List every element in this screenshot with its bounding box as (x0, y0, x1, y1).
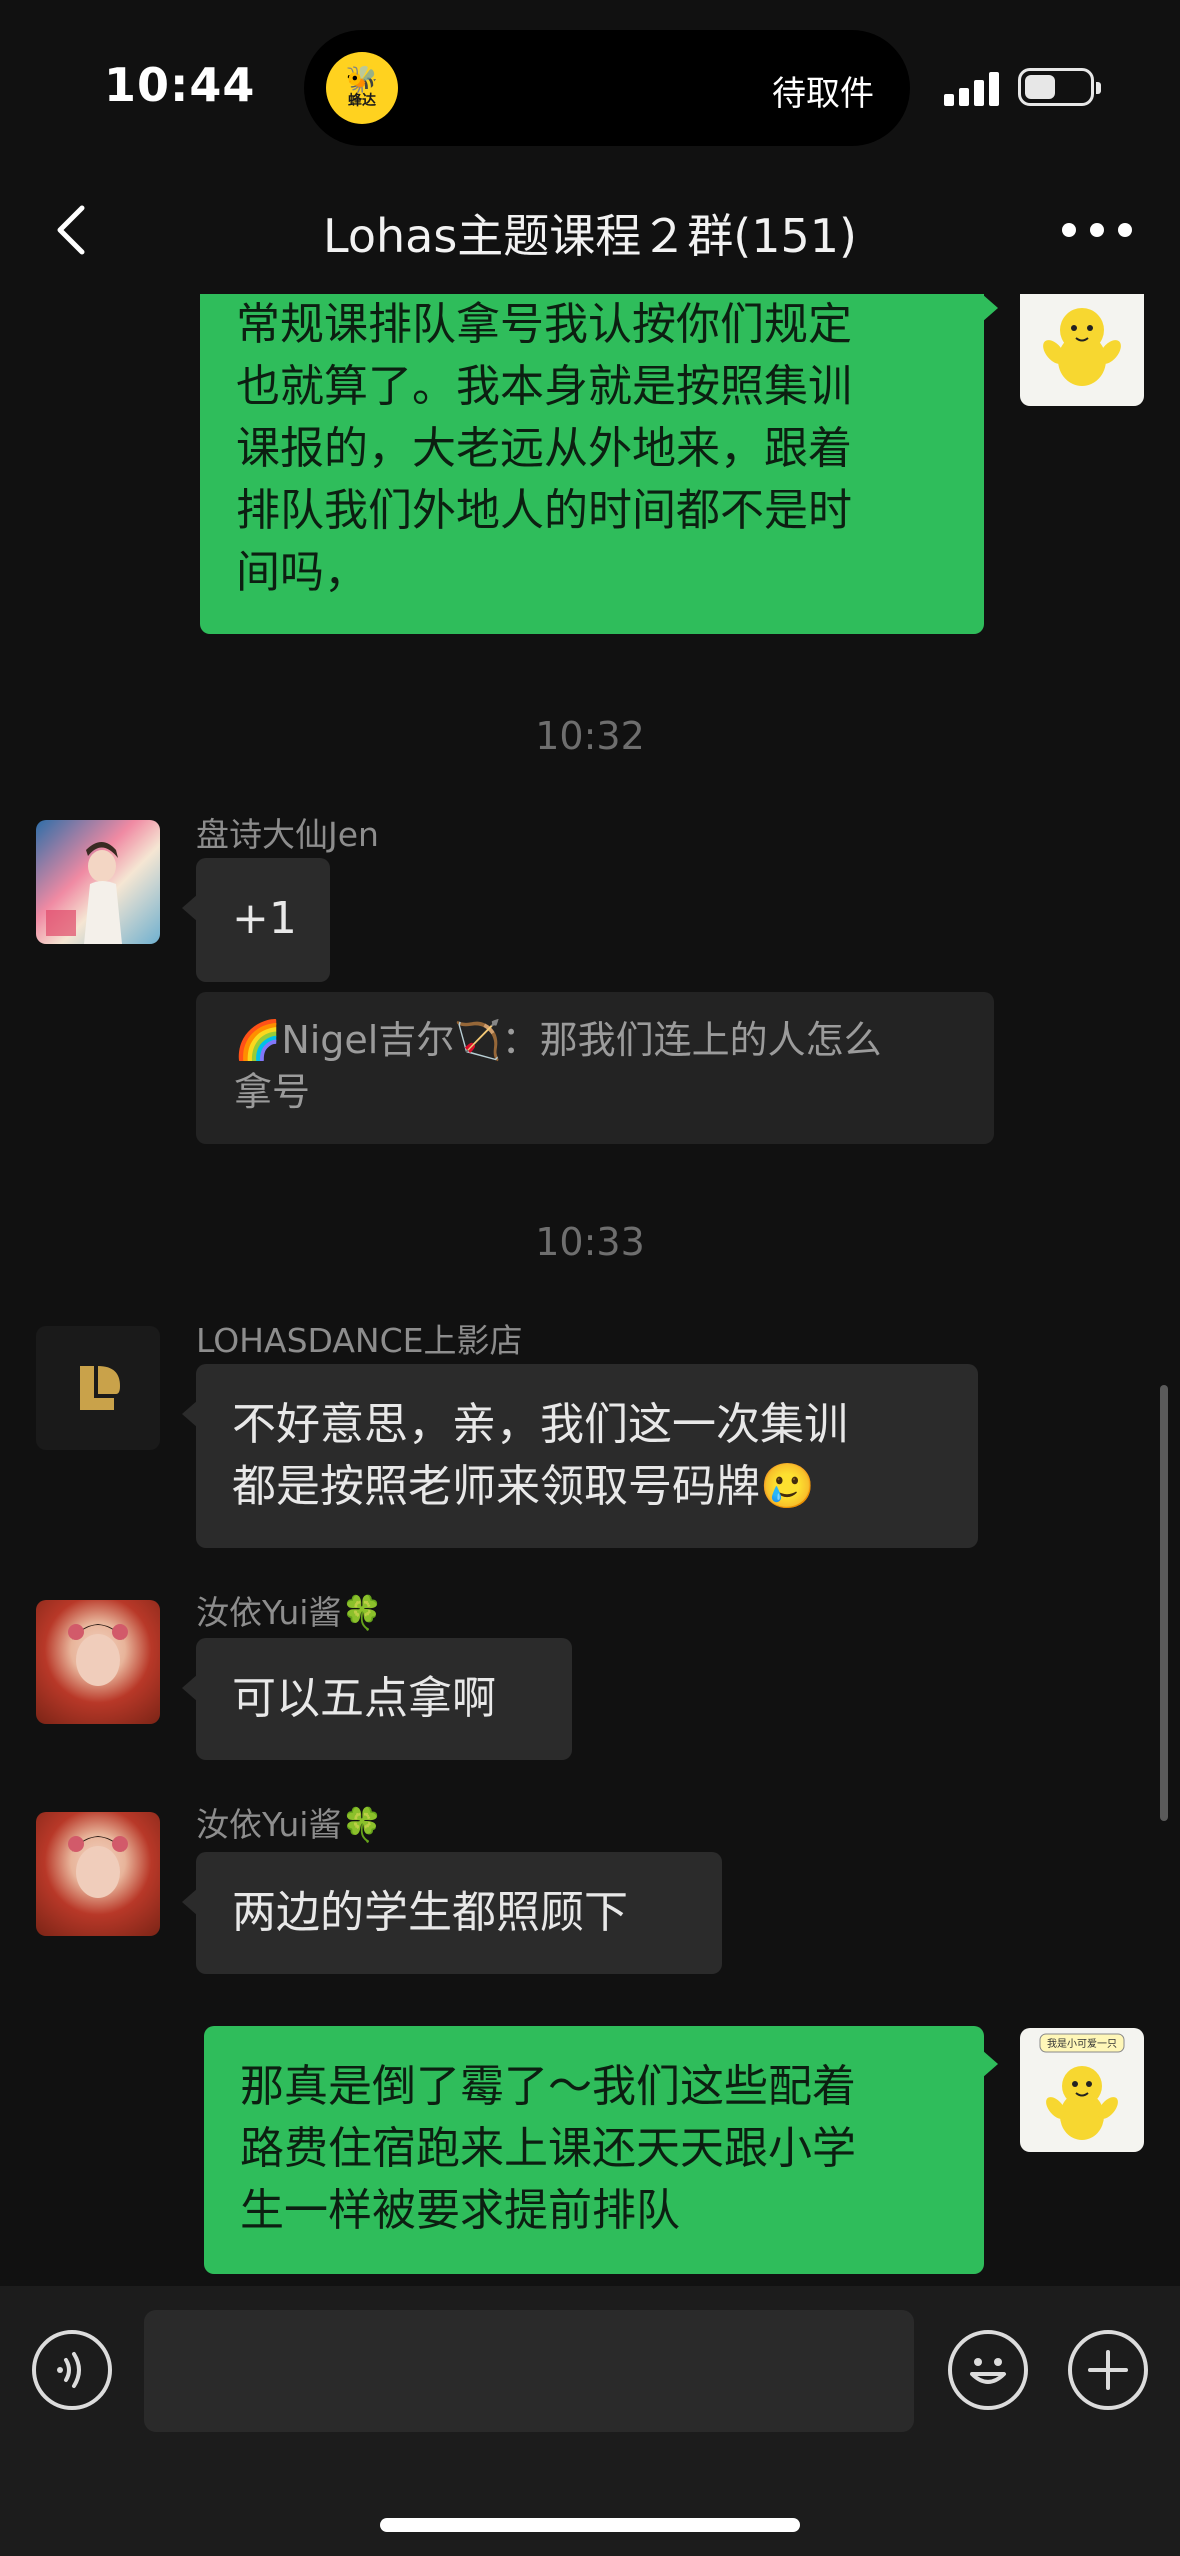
message-line: 那真是倒了霉了～我们这些配着 (240, 2061, 856, 2112)
avatar-yui[interactable] (36, 1812, 160, 1936)
quote-line: 🌈Nigel吉尔🏹：那我们连上的人怎么 (234, 1018, 882, 1062)
message-bubble[interactable]: 两边的学生都照顾下 (182, 1852, 722, 1974)
message-line: 间吗， (236, 547, 368, 598)
emoji-icon[interactable] (948, 2330, 1028, 2410)
message-input-bar (0, 2286, 1180, 2556)
add-attachment-icon[interactable] (1068, 2330, 1148, 2410)
my-message-bubble[interactable]: 那真是倒了霉了～我们这些配着 路费住宿跑来上课还天天跟小学 生一样被要求提前排队 (204, 2026, 998, 2274)
message-text: 可以五点拿啊 (232, 1673, 496, 1724)
profile-photo-icon (46, 842, 122, 944)
chat-title: Lohas主题课程２群(151) (323, 209, 857, 263)
quoted-message[interactable]: 🌈Nigel吉尔🏹：那我们连上的人怎么 拿号 (196, 992, 994, 1144)
message-text: 两边的学生都照顾下 (232, 1887, 628, 1938)
home-indicator[interactable] (380, 2518, 800, 2532)
message-list[interactable]: 常规课排队拿号我认按你们规定 也就算了。我本身就是按照集训 课报的，大老远从外地… (0, 294, 1180, 2286)
message-bubble[interactable]: +1 (182, 858, 330, 982)
message-line: 排队我们外地人的时间都不是时 (236, 485, 852, 536)
avatar-yui[interactable] (36, 1600, 160, 1724)
message-line: 课报的，大老远从外地来，跟着 (236, 423, 852, 474)
message-text: +1 (232, 893, 297, 944)
my-avatar[interactable] (1020, 294, 1144, 406)
yellow-bear-sticker-icon (1043, 308, 1121, 386)
message-line: 不好意思，亲，我们这一次集训 (232, 1399, 848, 1450)
profile-photo-icon (68, 1836, 128, 1898)
profile-photo-icon (68, 1624, 128, 1686)
sender-name: 盘诗大仙Jen (196, 815, 379, 854)
dynamic-island[interactable]: 🐝 蜂达 待取件 (304, 30, 910, 146)
avatar-jen[interactable] (36, 820, 160, 944)
sticker-caption: 我是小可爱一只 (1047, 2037, 1117, 2050)
avatar-lohasdance[interactable] (36, 1326, 160, 1450)
quote-line: 拿号 (234, 1070, 311, 1114)
wechat-group-chat-screen: 10:44 🐝 蜂达 待取件 Lohas主题课程２群(151) 常规课排队拿号我… (0, 0, 1180, 2556)
sender-name: LOHASDANCE上影店 (196, 1321, 523, 1360)
timestamp-divider: 10:32 (535, 714, 645, 758)
message-line: 生一样被要求提前排队 (240, 2185, 680, 2236)
battery-icon (1018, 68, 1101, 106)
pickup-status-text: 待取件 (772, 74, 874, 114)
chat-header: Lohas主题课程２群(151) (0, 170, 1180, 294)
more-options-icon[interactable] (1062, 200, 1132, 260)
island-app-label: 蜂达 (348, 93, 376, 109)
timestamp-divider: 10:33 (535, 1220, 645, 1264)
message-text-input[interactable] (144, 2310, 914, 2432)
delivery-app-icon: 🐝 蜂达 (326, 52, 398, 124)
message-line: 也就算了。我本身就是按照集训 (236, 361, 852, 412)
status-time: 10:44 (104, 58, 256, 112)
sender-name: 汝依Yui酱🍀 (196, 1805, 383, 1844)
sender-name: 汝依Yui酱🍀 (196, 1593, 383, 1632)
lohas-logo-icon (80, 1366, 120, 1410)
message-line: 路费住宿跑来上课还天天跟小学 (240, 2123, 856, 2174)
chat-scrollbar[interactable] (1160, 1385, 1168, 1821)
message-line: 常规课排队拿号我认按你们规定 (236, 299, 852, 350)
status-bar: 10:44 🐝 蜂达 待取件 (0, 0, 1180, 170)
message-bubble[interactable]: 不好意思，亲，我们这一次集训 都是按照老师来领取号码牌🥲 (182, 1364, 978, 1548)
my-message-bubble[interactable]: 常规课排队拿号我认按你们规定 也就算了。我本身就是按照集训 课报的，大老远从外地… (200, 294, 998, 634)
cellular-signal-icon (944, 72, 1000, 106)
message-bubble[interactable]: 可以五点拿啊 (182, 1638, 572, 1760)
yellow-bear-sticker-icon: 我是小可爱一只 (1039, 2033, 1125, 2140)
my-avatar[interactable]: 我是小可爱一只 (1020, 2028, 1144, 2152)
voice-input-icon[interactable] (32, 2330, 112, 2410)
message-line: 都是按照老师来领取号码牌🥲 (232, 1461, 815, 1512)
